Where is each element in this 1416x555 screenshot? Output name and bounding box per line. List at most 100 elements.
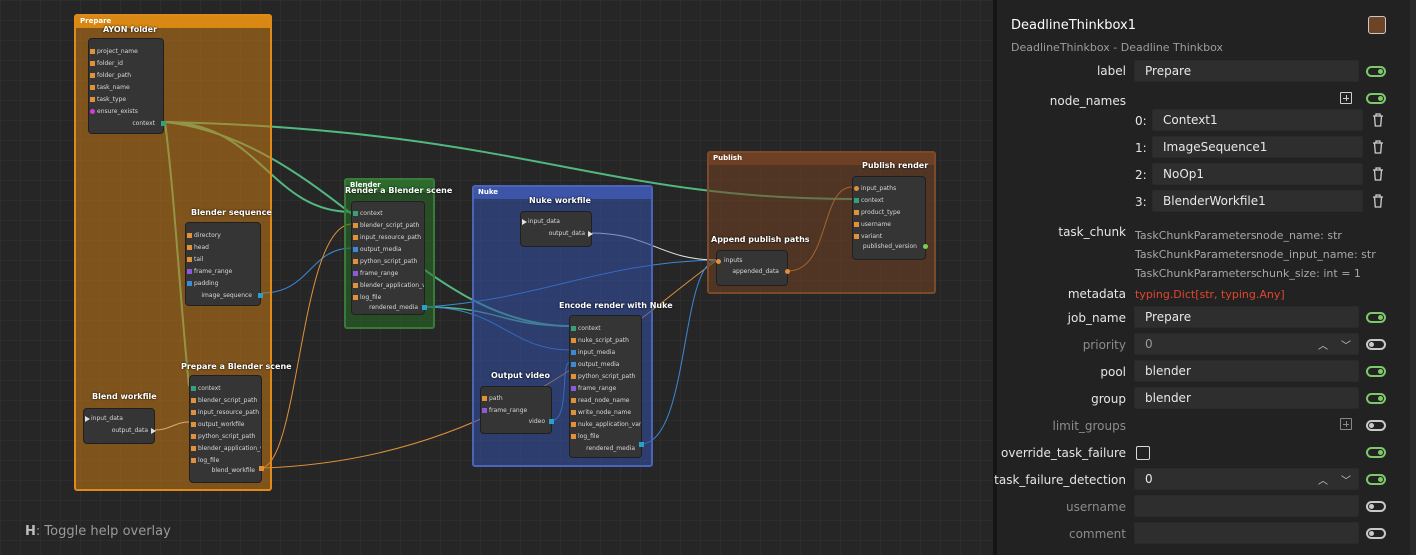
port-dot[interactable]	[923, 244, 928, 249]
port-dot[interactable]	[191, 446, 196, 451]
job-name-field[interactable]: Prepare	[1134, 306, 1359, 328]
port-dot[interactable]	[353, 295, 358, 300]
port-dot[interactable]	[258, 293, 263, 298]
port-dot[interactable]	[187, 281, 192, 286]
node-encode-render-nuke[interactable]: context nuke_script_path input_media out…	[569, 315, 642, 458]
label-field[interactable]: Prepare	[1134, 60, 1359, 82]
comment-field[interactable]	[1134, 522, 1359, 544]
node-render-blender-scene[interactable]: context blender_script_path input_resour…	[351, 201, 425, 315]
node-output-video[interactable]: path frame_range video	[480, 386, 554, 434]
port-dot[interactable]	[90, 85, 95, 90]
port-dot[interactable]	[571, 386, 576, 391]
port-dot[interactable]	[187, 233, 192, 238]
port-dot[interactable]	[187, 269, 192, 274]
port-arrow[interactable]	[588, 231, 593, 237]
group-toggle[interactable]	[1366, 393, 1386, 404]
node-nuke-workfile[interactable]: input_data output_data	[520, 211, 593, 247]
pool-toggle[interactable]	[1366, 366, 1386, 377]
port-dot[interactable]	[571, 410, 576, 415]
port-dot[interactable]	[191, 386, 196, 391]
port-dot[interactable]	[353, 211, 358, 216]
port-dot[interactable]	[571, 374, 576, 379]
port-dot[interactable]	[571, 434, 576, 439]
port-dot[interactable]	[353, 235, 358, 240]
port-dot[interactable]	[90, 49, 95, 54]
port-dot[interactable]	[90, 97, 95, 102]
port-dot[interactable]	[191, 422, 196, 427]
port-dot[interactable]	[422, 305, 427, 310]
delete-node-name-icon[interactable]	[1371, 193, 1385, 209]
port-dot[interactable]	[571, 338, 576, 343]
node-name-field[interactable]: BlenderWorkfile1	[1152, 190, 1363, 212]
node-ayon-folder[interactable]: project_name folder_id folder_path task_…	[88, 38, 166, 134]
port-dot[interactable]	[549, 419, 554, 424]
port-dot[interactable]	[571, 422, 576, 427]
decrement-icon[interactable]: ﹀	[1341, 337, 1351, 352]
delete-node-name-icon[interactable]	[1371, 166, 1385, 182]
port-dot[interactable]	[571, 326, 576, 331]
port-dot[interactable]	[161, 121, 166, 126]
port-dot[interactable]	[353, 271, 358, 276]
override-task-failure-toggle[interactable]	[1366, 447, 1386, 458]
port-dot[interactable]	[854, 210, 859, 215]
add-limit-group-icon[interactable]	[1340, 418, 1352, 430]
port-dot[interactable]	[191, 458, 196, 463]
increment-icon[interactable]: ︿	[1318, 337, 1328, 352]
node-blend-workfile[interactable]: input_data output_data	[83, 408, 156, 444]
pool-field[interactable]: blender	[1134, 360, 1359, 382]
port-arrow[interactable]	[151, 428, 156, 434]
node-blender-sequence[interactable]: directory head tail frame_range padding …	[185, 222, 263, 306]
port-dot[interactable]	[353, 247, 358, 252]
node-publish-render[interactable]: input_paths context product_type usernam…	[852, 176, 928, 260]
port-dot[interactable]	[854, 186, 859, 191]
delete-node-name-icon[interactable]	[1371, 139, 1385, 155]
port-dot[interactable]	[259, 466, 264, 471]
job-name-toggle[interactable]	[1366, 312, 1386, 323]
add-node-name-icon[interactable]	[1340, 92, 1352, 104]
port-dot[interactable]	[785, 269, 790, 274]
task-failure-detection-toggle[interactable]	[1366, 474, 1386, 485]
node-name-field[interactable]: NoOp1	[1152, 163, 1363, 185]
port-dot[interactable]	[191, 398, 196, 403]
override-task-failure-checkbox[interactable]	[1136, 446, 1150, 460]
limit-groups-toggle[interactable]	[1366, 420, 1386, 431]
port-arrow[interactable]	[522, 219, 527, 225]
port-dot[interactable]	[571, 398, 576, 403]
node-color-swatch[interactable]	[1368, 16, 1386, 34]
delete-node-name-icon[interactable]	[1371, 112, 1385, 128]
port-dot[interactable]	[353, 283, 358, 288]
port-dot[interactable]	[639, 442, 644, 447]
username-field[interactable]	[1134, 495, 1359, 517]
port-dot[interactable]	[353, 259, 358, 264]
node-name-field[interactable]: Context1	[1152, 109, 1363, 131]
port-dot[interactable]	[482, 408, 487, 413]
port-dot[interactable]	[90, 61, 95, 66]
port-arrow[interactable]	[85, 416, 90, 422]
comment-toggle[interactable]	[1366, 528, 1386, 539]
port-dot[interactable]	[571, 350, 576, 355]
port-dot[interactable]	[90, 73, 95, 78]
label-toggle[interactable]	[1366, 66, 1386, 77]
port-dot[interactable]	[854, 222, 859, 227]
increment-icon[interactable]: ︿	[1318, 472, 1328, 487]
node-graph-canvas[interactable]: Prepare Blender Nuke Publish AYON folder…	[0, 0, 993, 555]
priority-toggle[interactable]	[1366, 339, 1386, 350]
username-toggle[interactable]	[1366, 501, 1386, 512]
node-prepare-blender-scene[interactable]: context blender_script_path input_resour…	[189, 375, 262, 483]
port-dot[interactable]	[482, 396, 487, 401]
port-dot[interactable]	[716, 259, 721, 264]
group-field[interactable]: blender	[1134, 387, 1359, 409]
node-names-toggle[interactable]	[1366, 93, 1386, 104]
port-dot[interactable]	[187, 257, 192, 262]
node-append-publish-paths[interactable]: inputs appended_data	[716, 250, 790, 286]
port-dot[interactable]	[571, 362, 576, 367]
port-dot[interactable]	[90, 109, 95, 114]
decrement-icon[interactable]: ﹀	[1341, 472, 1351, 487]
port-dot[interactable]	[353, 223, 358, 228]
port-dot[interactable]	[187, 245, 192, 250]
port-dot[interactable]	[854, 234, 859, 239]
port-dot[interactable]	[191, 410, 196, 415]
port-dot[interactable]	[191, 434, 196, 439]
port-dot[interactable]	[854, 198, 859, 203]
node-name-field[interactable]: ImageSequence1	[1152, 136, 1363, 158]
